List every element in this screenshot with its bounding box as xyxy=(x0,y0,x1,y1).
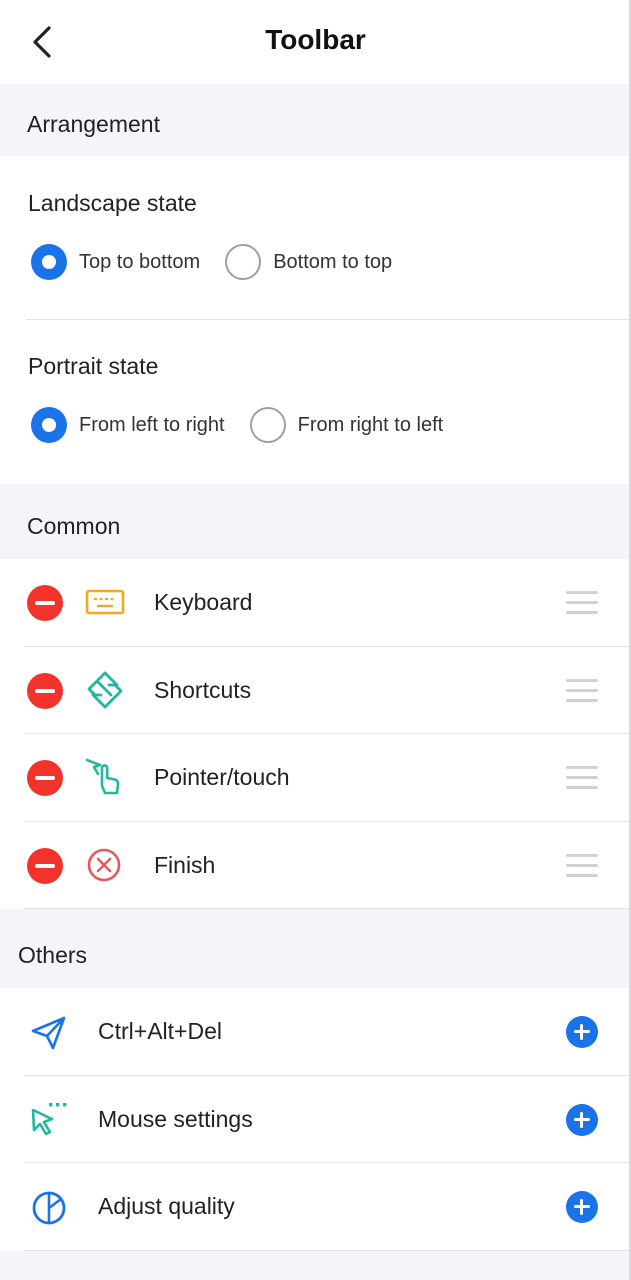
shortcuts-icon xyxy=(87,671,123,709)
item-label: Pointer/touch xyxy=(154,764,290,790)
add-button[interactable] xyxy=(566,1104,598,1136)
section-label-common: Common xyxy=(27,513,121,539)
option-label[interactable]: From right to left xyxy=(298,414,444,437)
mouse-cursor-icon xyxy=(31,1103,67,1136)
add-button[interactable] xyxy=(566,1016,598,1048)
arrangement-panel: Landscape state Top to bottom Bottom to … xyxy=(0,156,631,484)
remove-button[interactable] xyxy=(27,760,63,796)
portrait-options: From left to right From right to left xyxy=(31,405,468,445)
item-label: Keyboard xyxy=(154,589,253,615)
landscape-state-title: Landscape state xyxy=(28,190,197,216)
list-item-shortcuts: Shortcuts xyxy=(0,647,631,734)
section-label-arrangement: Arrangement xyxy=(27,111,160,137)
drag-handle[interactable] xyxy=(566,766,598,790)
send-icon xyxy=(31,1016,66,1050)
list-item-ctrl-alt-del: Ctrl+Alt+Del xyxy=(0,988,631,1075)
item-label: Finish xyxy=(154,852,216,878)
list-item-finish: Finish xyxy=(0,822,631,909)
drag-handle[interactable] xyxy=(566,591,598,615)
item-label: Adjust quality xyxy=(98,1193,235,1219)
app-header: Toolbar xyxy=(0,0,631,84)
divider xyxy=(26,319,631,320)
quality-icon xyxy=(32,1191,66,1225)
radio-right-to-left[interactable] xyxy=(249,407,286,443)
landscape-options: Top to bottom Bottom to top xyxy=(31,242,417,282)
divider xyxy=(24,908,631,909)
item-label: Mouse settings xyxy=(98,1106,253,1132)
section-label-others: Others xyxy=(18,942,88,968)
option-label[interactable]: Bottom to top xyxy=(273,251,392,274)
page-title: Toolbar xyxy=(265,24,366,55)
divider xyxy=(24,1250,631,1251)
add-button[interactable] xyxy=(566,1191,598,1223)
list-item-adjust-quality: Adjust quality xyxy=(0,1163,631,1250)
drag-handle[interactable] xyxy=(566,679,598,703)
pointer-touch-icon xyxy=(85,758,120,795)
radio-top-to-bottom[interactable] xyxy=(31,244,67,280)
item-label: Shortcuts xyxy=(154,677,252,703)
remove-button[interactable] xyxy=(27,673,63,709)
option-label[interactable]: Top to bottom xyxy=(79,251,200,274)
list-item-pointer-touch: Pointer/touch xyxy=(0,734,631,821)
remove-button[interactable] xyxy=(27,585,63,621)
list-item-keyboard: Keyboard xyxy=(0,559,631,646)
remove-button[interactable] xyxy=(27,848,63,884)
radio-left-to-right[interactable] xyxy=(31,407,67,443)
keyboard-icon xyxy=(85,589,125,615)
finish-x-icon xyxy=(87,848,121,882)
list-item-mouse-settings: Mouse settings xyxy=(0,1076,631,1163)
common-list: Keyboard Shortcuts Pointer/touch Finish xyxy=(0,559,631,909)
option-label[interactable]: From left to right xyxy=(79,414,225,437)
portrait-state-title: Portrait state xyxy=(28,353,159,379)
others-list: Ctrl+Alt+Del Mouse settings Adjust quali… xyxy=(0,988,631,1251)
radio-bottom-to-top[interactable] xyxy=(225,244,262,280)
item-label: Ctrl+Alt+Del xyxy=(98,1018,222,1044)
drag-handle[interactable] xyxy=(566,854,598,878)
